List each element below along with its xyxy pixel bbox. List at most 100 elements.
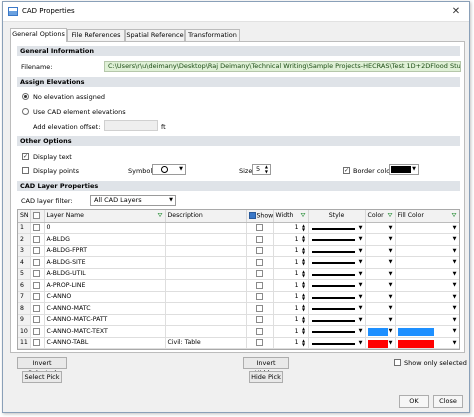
col-header-description[interactable]: Description: [165, 210, 247, 223]
row-style-dropdown[interactable]: ▼: [308, 222, 366, 234]
col-header-style[interactable]: Style: [308, 210, 366, 223]
table-row[interactable]: 11 C-ANNO-TABL Civil: Table 1 ▲ ▼ ▼ ▼ ▼: [18, 337, 459, 349]
row-description[interactable]: [165, 325, 247, 338]
row-show-cell[interactable]: [246, 268, 274, 280]
row-select-cell[interactable]: [30, 245, 45, 257]
row-width-spinner[interactable]: 1 ▲ ▼: [273, 245, 309, 257]
row-style-dropdown[interactable]: ▼: [308, 245, 366, 257]
row-show-cell[interactable]: [246, 256, 274, 269]
filter-icon[interactable]: ⛛: [300, 212, 305, 220]
row-color-picker[interactable]: ▼: [365, 233, 396, 246]
row-select-cell[interactable]: [30, 268, 45, 280]
row-layer-name[interactable]: C-ANNO-TABL: [44, 337, 166, 349]
row-show-checkbox[interactable]: [256, 247, 263, 254]
row-show-cell[interactable]: [246, 279, 274, 292]
table-row[interactable]: 5 A-BLDG-UTIL 1 ▲ ▼ ▼ ▼ ▼: [18, 268, 459, 280]
row-width-spinner[interactable]: 1 ▲ ▼: [273, 256, 309, 269]
row-select-checkbox[interactable]: [32, 281, 40, 289]
tab-transformation[interactable]: Transformation: [185, 29, 240, 41]
row-style-dropdown[interactable]: ▼: [308, 279, 366, 292]
show-all-checkbox[interactable]: [248, 212, 256, 219]
filter-icon[interactable]: ⛛: [387, 212, 392, 220]
row-select-cell[interactable]: [30, 314, 45, 326]
row-show-cell[interactable]: [246, 245, 274, 257]
row-style-dropdown[interactable]: ▼: [308, 302, 366, 315]
row-show-cell[interactable]: [246, 325, 274, 338]
close-button[interactable]: Close: [433, 395, 463, 408]
row-show-checkbox[interactable]: [256, 281, 263, 289]
ok-button[interactable]: OK: [399, 395, 429, 408]
row-style-dropdown[interactable]: ▼: [308, 291, 366, 303]
row-description[interactable]: Civil: Table: [165, 337, 247, 349]
display-text-checkbox[interactable]: ✓: [22, 153, 29, 160]
col-header-width[interactable]: Width ⛛: [273, 210, 309, 223]
table-row[interactable]: 10 C-ANNO-MATC-TEXT 1 ▲ ▼ ▼ ▼ ▼: [18, 325, 459, 338]
row-width-spinner[interactable]: 1 ▲ ▼: [273, 325, 309, 338]
row-style-dropdown[interactable]: ▼: [308, 233, 366, 246]
row-width-spinner[interactable]: 1 ▲ ▼: [273, 279, 309, 292]
tab-file-references[interactable]: File References: [67, 29, 125, 41]
filter-icon[interactable]: ⛛: [451, 212, 456, 220]
row-select-checkbox[interactable]: [32, 247, 40, 254]
row-fill-color-picker[interactable]: ▼: [395, 279, 459, 292]
row-show-checkbox[interactable]: [256, 327, 263, 335]
row-show-checkbox[interactable]: [256, 304, 263, 312]
row-color-picker[interactable]: ▼: [365, 314, 396, 326]
tab-general-options[interactable]: General Options: [10, 28, 67, 42]
row-color-picker[interactable]: ▼: [365, 222, 396, 234]
row-show-cell[interactable]: [246, 222, 274, 234]
row-color-picker[interactable]: ▼: [365, 256, 396, 269]
row-show-checkbox[interactable]: [256, 316, 263, 323]
table-row[interactable]: 8 C-ANNO-MATC 1 ▲ ▼ ▼ ▼ ▼: [18, 302, 459, 315]
row-select-cell[interactable]: [30, 222, 45, 234]
row-color-picker[interactable]: ▼: [365, 245, 396, 257]
filename-field[interactable]: C:\Users\r\u\deimany\Desktop\Raj Deimany…: [104, 61, 461, 72]
table-row[interactable]: 4 A-BLDG-SITE 1 ▲ ▼ ▼ ▼ ▼: [18, 256, 459, 269]
cad-layer-filter-dropdown[interactable]: All CAD Layers ▼: [90, 195, 176, 206]
row-description[interactable]: [165, 291, 247, 303]
row-color-picker[interactable]: ▼: [365, 291, 396, 303]
row-fill-color-picker[interactable]: ▼: [395, 291, 459, 303]
row-description[interactable]: [165, 222, 247, 234]
row-select-cell[interactable]: [30, 302, 45, 315]
row-fill-color-picker[interactable]: ▼: [395, 314, 459, 326]
elevation-offset-input[interactable]: [104, 120, 158, 131]
row-select-cell[interactable]: [30, 325, 45, 338]
select-all-checkbox[interactable]: [32, 212, 40, 219]
symbol-dropdown[interactable]: ▼: [152, 164, 186, 175]
row-layer-name[interactable]: A-BLDG-SITE: [44, 256, 166, 269]
row-show-cell[interactable]: [246, 233, 274, 246]
row-layer-name[interactable]: C-ANNO-MATC-TEXT: [44, 325, 166, 338]
row-select-cell[interactable]: [30, 233, 45, 246]
row-select-cell[interactable]: [30, 256, 45, 269]
row-description[interactable]: [165, 314, 247, 326]
invert-selected-button[interactable]: Invert Selected: [17, 357, 67, 377]
row-fill-color-picker[interactable]: ▼: [395, 325, 459, 338]
table-row[interactable]: 7 C-ANNO 1 ▲ ▼ ▼ ▼ ▼: [18, 291, 459, 303]
row-color-picker[interactable]: ▼: [365, 337, 396, 349]
row-style-dropdown[interactable]: ▼: [308, 256, 366, 269]
row-layer-name[interactable]: C-ANNO: [44, 291, 166, 303]
row-description[interactable]: [165, 233, 247, 246]
row-show-checkbox[interactable]: [256, 258, 263, 266]
row-show-cell[interactable]: [246, 291, 274, 303]
row-select-checkbox[interactable]: [32, 270, 40, 277]
row-layer-name[interactable]: A-PROP-LINE: [44, 279, 166, 292]
row-description[interactable]: [165, 268, 247, 280]
row-layer-name[interactable]: 0: [44, 222, 166, 234]
row-fill-color-picker[interactable]: ▼: [395, 268, 459, 280]
row-description[interactable]: [165, 279, 247, 292]
show-only-selected-checkbox[interactable]: [394, 359, 401, 366]
row-description[interactable]: [165, 256, 247, 269]
row-select-cell[interactable]: [30, 291, 45, 303]
use-cad-elevations-radio[interactable]: [22, 108, 29, 115]
row-description[interactable]: [165, 302, 247, 315]
row-layer-name[interactable]: C-ANNO-MATC-PATT: [44, 314, 166, 326]
row-fill-color-picker[interactable]: ▼: [395, 302, 459, 315]
row-layer-name[interactable]: A-BLDG: [44, 233, 166, 246]
row-show-checkbox[interactable]: [256, 339, 263, 346]
row-show-cell[interactable]: [246, 337, 274, 349]
row-color-picker[interactable]: ▼: [365, 302, 396, 315]
row-color-picker[interactable]: ▼: [365, 268, 396, 280]
row-width-spinner[interactable]: 1 ▲ ▼: [273, 337, 309, 349]
